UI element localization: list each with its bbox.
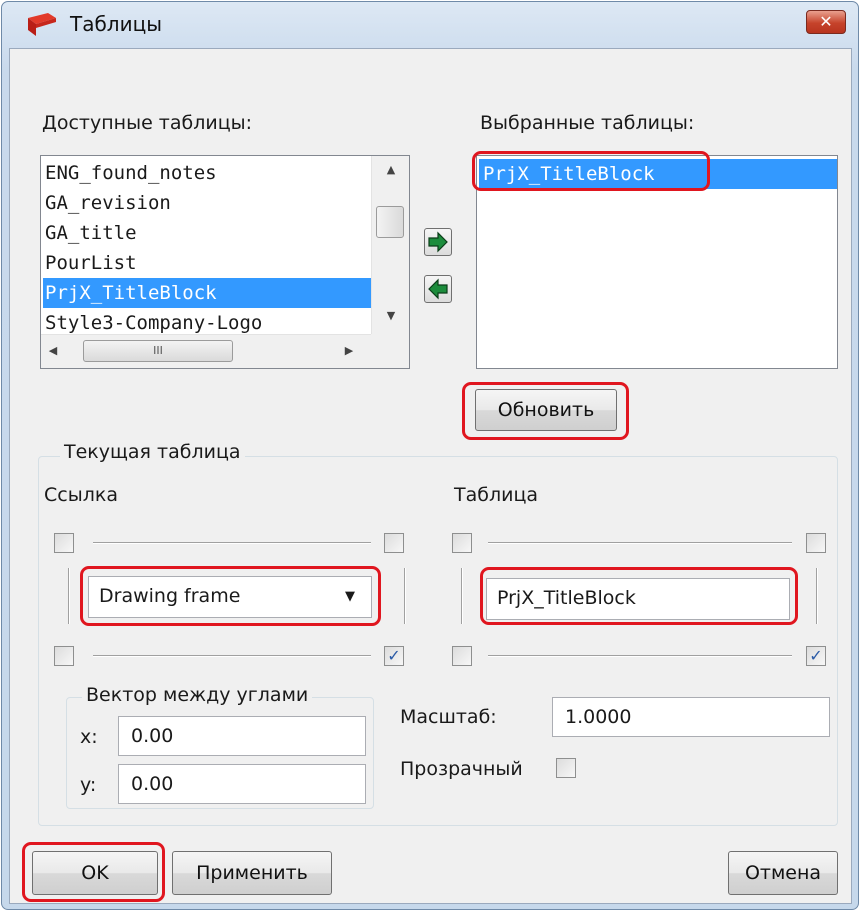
vector-group-label: Вектор между углами (82, 684, 313, 706)
current-table-group-label: Текущая таблица (60, 441, 245, 463)
table-top-left-checkbox[interactable] (452, 533, 472, 553)
ref-left-line (68, 568, 70, 624)
selected-item-highlight (472, 151, 710, 191)
table-top-right-checkbox[interactable] (806, 533, 826, 553)
scale-label: Масштаб: (400, 706, 497, 728)
vertical-scrollbar[interactable]: ▲ ▼ (371, 156, 409, 334)
add-table-button[interactable] (424, 228, 452, 256)
window-title: Таблицы (70, 12, 162, 36)
ok-button-highlight (22, 842, 165, 902)
vector-x-field[interactable]: 0.00 (118, 716, 366, 756)
list-item[interactable]: GA_revision (45, 188, 171, 218)
table-bottom-left-checkbox[interactable] (452, 646, 472, 666)
close-icon: ✕ (819, 12, 833, 31)
vector-x-label: x: (80, 726, 98, 748)
arrow-left-icon (428, 278, 448, 300)
available-tables-label: Доступные таблицы: (42, 112, 253, 134)
table-bottom-line (488, 655, 792, 657)
available-tables-list[interactable]: ENG_found_notes GA_revision GA_title Pou… (40, 155, 410, 369)
table-left-line (461, 568, 463, 624)
transparent-checkbox[interactable] (556, 758, 576, 778)
vector-y-field[interactable]: 0.00 (118, 764, 366, 804)
table-top-line (488, 542, 792, 544)
vertical-scroll-thumb[interactable] (376, 206, 404, 238)
table-name-highlight (480, 567, 798, 625)
reference-dropdown-highlight (80, 566, 381, 626)
ref-bottom-right-checkbox[interactable]: ✓ (384, 646, 404, 666)
scale-field[interactable]: 1.0000 (552, 697, 830, 737)
transparent-label: Прозрачный (400, 758, 523, 780)
ref-bottom-line (93, 655, 371, 657)
ref-top-left-checkbox[interactable] (54, 533, 74, 553)
ref-right-line (404, 568, 406, 624)
table-right-line (816, 568, 818, 624)
remove-table-button[interactable] (424, 275, 452, 303)
list-item[interactable]: ENG_found_notes (45, 158, 217, 188)
scroll-up-icon[interactable]: ▲ (372, 160, 409, 180)
apply-button[interactable]: Применить (172, 851, 332, 895)
scrollbar-corner (371, 334, 409, 368)
horizontal-scrollbar[interactable]: ◀ III ▶ (41, 334, 371, 368)
table-bottom-right-checkbox[interactable]: ✓ (806, 646, 826, 666)
reference-label: Ссылка (44, 484, 118, 506)
cancel-button[interactable]: Отмена (728, 851, 838, 895)
app-icon (26, 12, 58, 38)
ref-bottom-left-checkbox[interactable] (54, 646, 74, 666)
ref-top-line (93, 542, 371, 544)
list-item-selected[interactable]: PrjX_TitleBlock (43, 278, 371, 308)
arrow-right-icon (428, 231, 448, 253)
scroll-left-icon[interactable]: ◀ (45, 341, 61, 361)
selected-tables-label: Выбранные таблицы: (480, 112, 695, 134)
list-item[interactable]: PourList (45, 248, 137, 278)
list-item[interactable]: GA_title (45, 218, 137, 248)
close-button[interactable]: ✕ (806, 10, 846, 34)
table-label: Таблица (454, 484, 539, 506)
scroll-down-icon[interactable]: ▼ (372, 306, 409, 326)
horizontal-scroll-thumb[interactable]: III (83, 340, 233, 362)
vector-y-label: y: (80, 774, 97, 796)
ref-top-right-checkbox[interactable] (384, 533, 404, 553)
update-button-highlight (462, 382, 629, 440)
scroll-right-icon[interactable]: ▶ (341, 341, 357, 361)
